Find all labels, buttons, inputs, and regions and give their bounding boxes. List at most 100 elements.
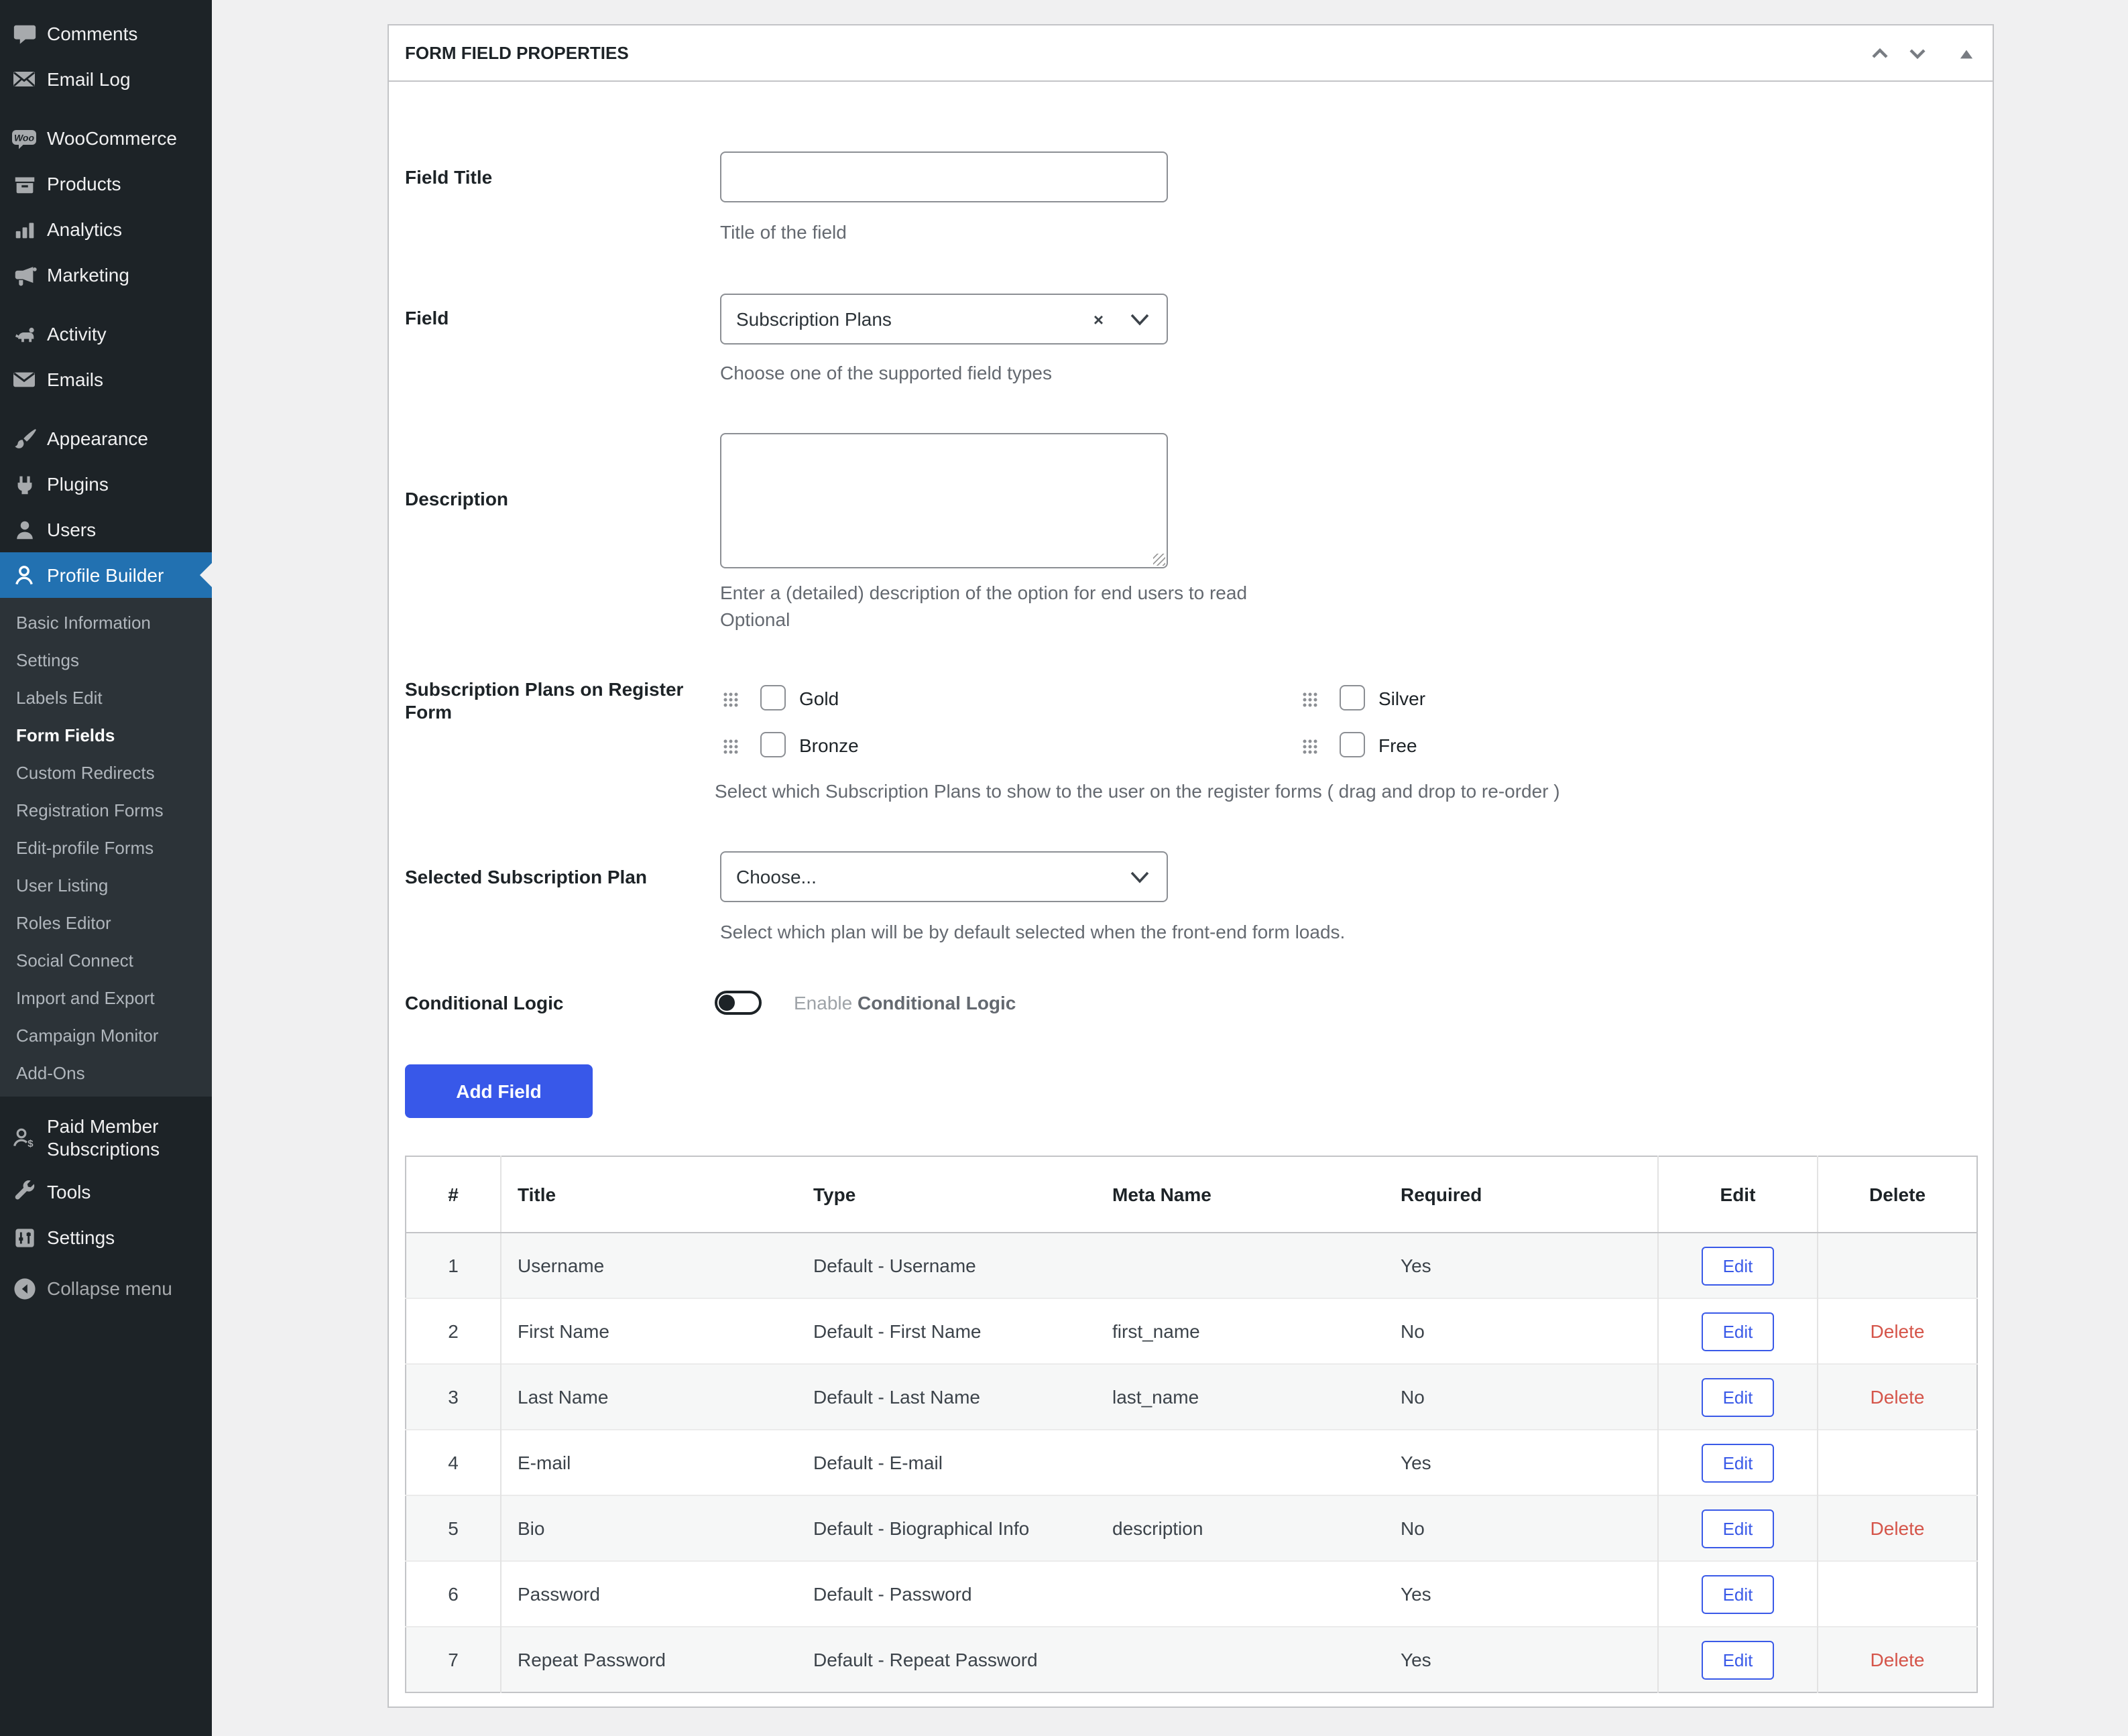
conditional-logic-toggle[interactable]	[715, 991, 762, 1015]
submenu-item-registration-forms[interactable]: Registration Forms	[0, 791, 212, 828]
edit-button[interactable]: Edit	[1702, 1640, 1775, 1679]
delete-link[interactable]: Delete	[1871, 1386, 1925, 1408]
submenu-item-labels-edit[interactable]: Labels Edit	[0, 678, 212, 716]
svg-text:$: $	[27, 1138, 34, 1150]
drag-handle-icon[interactable]	[723, 737, 739, 753]
plan-checkbox[interactable]	[760, 685, 786, 710]
submenu-item-roles-editor[interactable]: Roles Editor	[0, 904, 212, 941]
edit-button[interactable]: Edit	[1702, 1443, 1775, 1482]
sidebar-item-label: Collapse menu	[47, 1278, 172, 1299]
sidebar-item-profile-builder[interactable]: Profile Builder	[0, 552, 212, 598]
settings-icon	[11, 1224, 38, 1251]
description-help-line1: Enter a (detailed) description of the op…	[720, 579, 1927, 606]
sidebar-item-analytics[interactable]: Analytics	[0, 206, 212, 252]
submenu-item-settings[interactable]: Settings	[0, 641, 212, 678]
sidebar-item-paid-member-subscriptions[interactable]: $ Paid Member Subscriptions	[0, 1107, 212, 1169]
col-header-num: #	[406, 1156, 501, 1233]
selected-plan-select[interactable]: Choose...	[720, 851, 1168, 902]
products-icon	[11, 170, 38, 197]
sidebar-separator	[0, 102, 212, 115]
row-required: Yes	[1384, 1561, 1658, 1627]
sidebar-item-settings[interactable]: Settings	[0, 1215, 212, 1260]
plan-checkbox[interactable]	[1340, 732, 1365, 757]
edit-button[interactable]: Edit	[1702, 1509, 1775, 1548]
row-meta: first_name	[1096, 1298, 1384, 1364]
delete-link[interactable]: Delete	[1871, 1320, 1925, 1342]
sidebar-item-email-log[interactable]: Email Log	[0, 56, 212, 102]
row-title: Bio	[501, 1495, 797, 1561]
row-type: Default - First Name	[797, 1298, 1096, 1364]
sidebar-item-marketing[interactable]: Marketing	[0, 252, 212, 298]
description-textarea[interactable]	[720, 433, 1168, 568]
field-title-input[interactable]	[720, 151, 1168, 202]
wordpress-admin-page: Comments Email Log Woo WooCommerce Produ…	[0, 0, 2128, 1736]
field-type-select[interactable]: Subscription Plans ×	[720, 294, 1168, 345]
form-field-properties-panel: FORM FIELD PROPERTIES Field Title	[388, 24, 1994, 1708]
sidebar-item-comments[interactable]: Comments	[0, 11, 212, 56]
comment-icon	[11, 20, 38, 47]
row-required: Yes	[1384, 1430, 1658, 1495]
field-label: Field	[405, 306, 707, 330]
col-header-edit: Edit	[1658, 1156, 1818, 1233]
sidebar-item-label: Plugins	[47, 473, 109, 495]
sidebar-item-label: Analytics	[47, 219, 122, 240]
submenu-item-basic-information[interactable]: Basic Information	[0, 603, 212, 641]
profile-builder-submenu: Basic Information Settings Labels Edit F…	[0, 598, 212, 1097]
delete-link[interactable]: Delete	[1871, 1649, 1925, 1670]
chevron-down-icon	[1130, 313, 1149, 325]
sidebar-item-products[interactable]: Products	[0, 161, 212, 206]
clear-selection-icon[interactable]: ×	[1093, 309, 1104, 329]
row-num: 1	[406, 1233, 501, 1298]
plan-label: Silver	[1378, 687, 1425, 708]
submenu-item-campaign-monitor[interactable]: Campaign Monitor	[0, 1016, 212, 1054]
submenu-item-add-ons[interactable]: Add-Ons	[0, 1054, 212, 1091]
row-meta: description	[1096, 1495, 1384, 1561]
active-item-arrow	[200, 563, 212, 587]
sidebar-item-tools[interactable]: Tools	[0, 1169, 212, 1215]
sidebar-item-label: Paid Member Subscriptions	[47, 1115, 178, 1161]
add-field-button[interactable]: Add Field	[405, 1064, 593, 1118]
field-type-help: Choose one of the supported field types	[720, 359, 1052, 386]
row-num: 3	[406, 1364, 501, 1430]
row-meta	[1096, 1233, 1384, 1298]
sidebar-item-emails[interactable]: Emails	[0, 357, 212, 402]
row-title: First Name	[501, 1298, 797, 1364]
sidebar-item-appearance[interactable]: Appearance	[0, 416, 212, 461]
drag-handle-icon[interactable]	[723, 690, 739, 706]
plan-checkbox[interactable]	[760, 732, 786, 757]
submenu-item-custom-redirects[interactable]: Custom Redirects	[0, 753, 212, 791]
edit-button[interactable]: Edit	[1702, 1377, 1775, 1416]
analytics-icon	[11, 216, 38, 243]
plan-item-bronze: Bronze	[723, 731, 859, 759]
plans-label: Subscription Plans on Register Form	[405, 678, 707, 724]
svg-text:Woo: Woo	[14, 132, 35, 143]
row-meta	[1096, 1561, 1384, 1627]
field-title-help: Title of the field	[720, 219, 847, 245]
collapse-menu-button[interactable]: Collapse menu	[0, 1265, 212, 1311]
delete-link[interactable]: Delete	[1871, 1517, 1925, 1539]
sidebar-item-woocommerce[interactable]: Woo WooCommerce	[0, 115, 212, 161]
row-title: Username	[501, 1233, 797, 1298]
sidebar-item-label: Comments	[47, 23, 137, 44]
col-header-required: Required	[1384, 1156, 1658, 1233]
sidebar-item-label: Appearance	[47, 428, 148, 449]
plan-checkbox[interactable]	[1340, 685, 1365, 710]
sidebar-item-activity[interactable]: Activity	[0, 311, 212, 357]
edit-button[interactable]: Edit	[1702, 1574, 1775, 1613]
table-row: 1 Username Default - Username Yes Edit	[406, 1233, 1977, 1298]
edit-button[interactable]: Edit	[1702, 1246, 1775, 1285]
row-title: Repeat Password	[501, 1627, 797, 1692]
submenu-item-import-and-export[interactable]: Import and Export	[0, 979, 212, 1016]
submenu-item-edit-profile-forms[interactable]: Edit-profile Forms	[0, 828, 212, 866]
edit-button[interactable]: Edit	[1702, 1312, 1775, 1351]
col-header-delete: Delete	[1818, 1156, 1977, 1233]
sidebar-item-users[interactable]: Users	[0, 507, 212, 552]
drag-handle-icon[interactable]	[1302, 737, 1318, 753]
drag-handle-icon[interactable]	[1302, 690, 1318, 706]
sidebar-item-plugins[interactable]: Plugins	[0, 461, 212, 507]
sidebar-item-label: Products	[47, 173, 121, 194]
submenu-item-form-fields[interactable]: Form Fields	[0, 716, 212, 753]
submenu-item-social-connect[interactable]: Social Connect	[0, 941, 212, 979]
submenu-item-user-listing[interactable]: User Listing	[0, 866, 212, 904]
table-row: 6 Password Default - Password Yes Edit	[406, 1561, 1977, 1627]
